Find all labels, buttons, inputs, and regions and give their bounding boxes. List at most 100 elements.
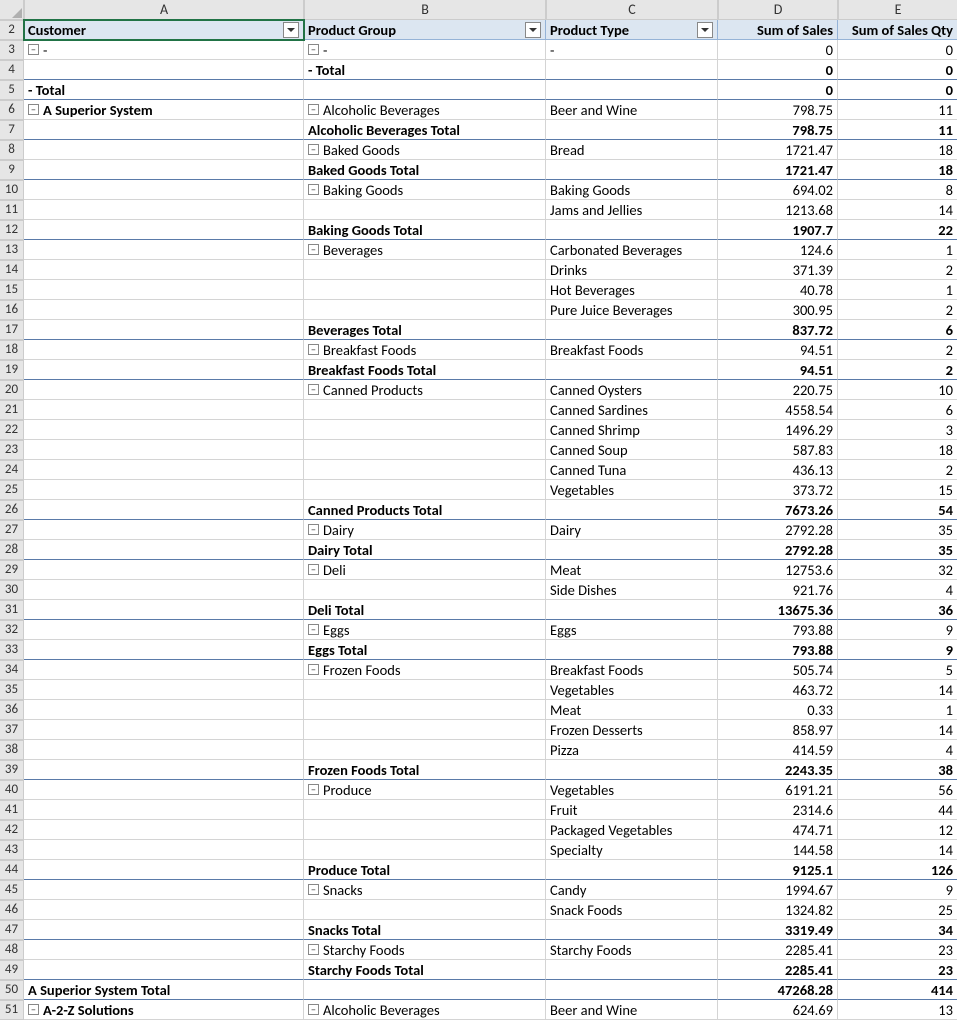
cell-customer[interactable]: −A-2-Z Solutions	[24, 1000, 304, 1020]
row-header[interactable]: 37	[0, 720, 24, 740]
cell-sum-sales[interactable]: 7673.26	[718, 500, 838, 520]
cell-sum-qty[interactable]: 18	[838, 160, 957, 180]
row-header[interactable]: 5	[0, 80, 24, 100]
cell-customer[interactable]	[24, 700, 304, 720]
cell-customer[interactable]	[24, 280, 304, 300]
cell-customer[interactable]: −A Superior System	[24, 100, 304, 120]
cell-product-group[interactable]: −Beverages	[304, 240, 546, 260]
cell-customer[interactable]	[24, 860, 304, 880]
cell-product-type[interactable]	[546, 640, 718, 660]
row-header[interactable]: 39	[0, 760, 24, 780]
cell-product-type[interactable]	[546, 220, 718, 240]
collapse-toggle-icon[interactable]: −	[28, 1004, 39, 1015]
cell-customer[interactable]	[24, 380, 304, 400]
collapse-toggle-icon[interactable]: −	[308, 44, 319, 55]
cell-customer[interactable]	[24, 680, 304, 700]
cell-sum-qty[interactable]: 9	[838, 640, 957, 660]
cell-sum-sales[interactable]: 1324.82	[718, 900, 838, 920]
cell-sum-sales[interactable]: 624.69	[718, 1000, 838, 1020]
cell-sum-sales[interactable]: 220.75	[718, 380, 838, 400]
cell-sum-sales[interactable]: 2285.41	[718, 960, 838, 980]
row-header[interactable]: 21	[0, 400, 24, 420]
cell-product-group[interactable]: Breakfast Foods Total	[304, 360, 546, 380]
col-header-c[interactable]: C	[546, 0, 718, 20]
cell-customer[interactable]	[24, 940, 304, 960]
cell-customer[interactable]	[24, 160, 304, 180]
cell-product-type[interactable]: Jams and Jellies	[546, 200, 718, 220]
cell-sum-sales[interactable]: 2314.6	[718, 800, 838, 820]
cell-sum-sales[interactable]: 373.72	[718, 480, 838, 500]
row-header[interactable]: 36	[0, 700, 24, 720]
cell-product-group[interactable]	[304, 720, 546, 740]
cell-customer[interactable]	[24, 900, 304, 920]
cell-customer[interactable]	[24, 660, 304, 680]
cell-product-type[interactable]	[546, 860, 718, 880]
cell-product-group[interactable]	[304, 740, 546, 760]
cell-product-type[interactable]	[546, 500, 718, 520]
cell-product-group[interactable]	[304, 980, 546, 1000]
cell-customer[interactable]	[24, 620, 304, 640]
col-header-a[interactable]: A	[24, 0, 304, 20]
cell-product-type[interactable]: Side Dishes	[546, 580, 718, 600]
cell-sum-sales[interactable]: 694.02	[718, 180, 838, 200]
cell-sum-sales[interactable]: 3319.49	[718, 920, 838, 940]
cell-product-type[interactable]: Snack Foods	[546, 900, 718, 920]
cell-sum-sales[interactable]: 0	[718, 80, 838, 100]
cell-customer[interactable]	[24, 960, 304, 980]
cell-sum-qty[interactable]: 15	[838, 480, 957, 500]
row-header[interactable]: 41	[0, 800, 24, 820]
cell-sum-qty[interactable]: 126	[838, 860, 957, 880]
cell-customer[interactable]	[24, 720, 304, 740]
cell-sum-qty[interactable]: 14	[838, 720, 957, 740]
row-header[interactable]: 50	[0, 980, 24, 1000]
cell-product-group[interactable]	[304, 300, 546, 320]
select-all-corner[interactable]	[0, 0, 24, 20]
cell-product-type[interactable]	[546, 120, 718, 140]
row-header[interactable]: 33	[0, 640, 24, 660]
cell-product-group[interactable]: −Starchy Foods	[304, 940, 546, 960]
cell-product-type[interactable]: Breakfast Foods	[546, 340, 718, 360]
cell-sum-sales[interactable]: 798.75	[718, 120, 838, 140]
cell-customer[interactable]	[24, 420, 304, 440]
cell-product-type[interactable]: Meat	[546, 700, 718, 720]
collapse-toggle-icon[interactable]: −	[308, 624, 319, 635]
cell-sum-sales[interactable]: 9125.1	[718, 860, 838, 880]
cell-product-group[interactable]: - Total	[304, 60, 546, 80]
cell-product-type[interactable]: Candy	[546, 880, 718, 900]
cell-customer[interactable]	[24, 560, 304, 580]
cell-sum-qty[interactable]: 35	[838, 540, 957, 560]
cell-sum-sales[interactable]: 921.76	[718, 580, 838, 600]
cell-sum-qty[interactable]: 23	[838, 940, 957, 960]
cell-customer[interactable]	[24, 60, 304, 80]
cell-product-group[interactable]: −Canned Products	[304, 380, 546, 400]
cell-sum-qty[interactable]: 2	[838, 300, 957, 320]
cell-sum-qty[interactable]: 18	[838, 440, 957, 460]
row-header[interactable]: 16	[0, 300, 24, 320]
cell-product-group[interactable]	[304, 400, 546, 420]
cell-product-group[interactable]: −Baking Goods	[304, 180, 546, 200]
cell-product-type[interactable]: Beer and Wine	[546, 1000, 718, 1020]
row-header[interactable]: 10	[0, 180, 24, 200]
cell-customer[interactable]	[24, 120, 304, 140]
cell-product-type[interactable]: Canned Shrimp	[546, 420, 718, 440]
cell-sum-qty[interactable]: 38	[838, 760, 957, 780]
cell-product-type[interactable]	[546, 320, 718, 340]
cell-product-group[interactable]	[304, 480, 546, 500]
cell-sum-sales[interactable]: 300.95	[718, 300, 838, 320]
cell-product-type[interactable]: Canned Oysters	[546, 380, 718, 400]
cell-sum-qty[interactable]: 12	[838, 820, 957, 840]
cell-sum-sales[interactable]: 124.6	[718, 240, 838, 260]
cell-sum-qty[interactable]: 14	[838, 200, 957, 220]
filter-dropdown-icon[interactable]	[525, 22, 541, 38]
cell-sum-sales[interactable]: 463.72	[718, 680, 838, 700]
row-header[interactable]: 34	[0, 660, 24, 680]
row-header[interactable]: 22	[0, 420, 24, 440]
cell-customer[interactable]	[24, 520, 304, 540]
cell-product-group[interactable]	[304, 900, 546, 920]
cell-sum-qty[interactable]: 23	[838, 960, 957, 980]
row-header[interactable]: 35	[0, 680, 24, 700]
cell-sum-qty[interactable]: 25	[838, 900, 957, 920]
cell-sum-sales[interactable]: 793.88	[718, 640, 838, 660]
cell-product-type[interactable]: Hot Beverages	[546, 280, 718, 300]
cell-product-type[interactable]: Meat	[546, 560, 718, 580]
